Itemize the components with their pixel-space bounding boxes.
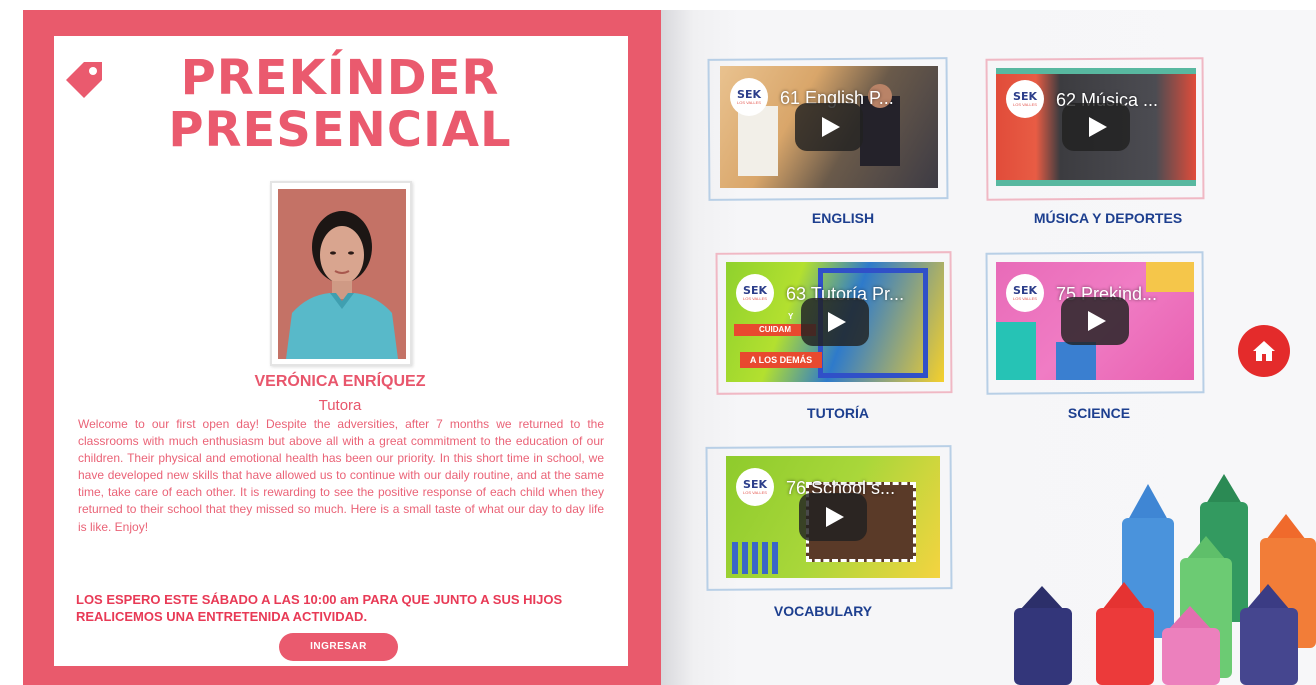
welcome-text: Welcome to our first open day! Despite t… [78,417,604,534]
teacher-photo-frame [270,181,412,366]
video-label-musica[interactable]: MÚSICA Y DEPORTES [978,210,1238,226]
video-thumbnail-english[interactable]: SEK LOS VALLES 61 English P... [720,66,938,188]
home-icon [1253,341,1275,361]
sek-logo: SEK LOS VALLES [1006,274,1044,312]
video-card-tutoria: CUIDAM Y A LOS DEMÁS SEK LOS VALLES 63 Tu… [715,251,953,395]
overlay-text-3: A LOS DEMÁS [740,352,822,368]
video-thumbnail-musica[interactable]: SEK LOS VALLES 62 Música ... [996,68,1196,186]
title-line-2: PRESENCIAL [168,102,512,158]
play-icon[interactable] [799,493,867,541]
video-card-english: SEK LOS VALLES 61 English P... [707,57,949,201]
video-thumbnail-vocabulary[interactable]: SEK LOS VALLES 76 School s... [726,456,940,578]
invitation-text: LOS ESPERO ESTE SÁBADO A LAS 10:00 am PA… [76,592,563,624]
home-button[interactable] [1238,325,1290,377]
video-label-vocabulary[interactable]: VOCABULARY [693,603,953,619]
sek-logo: SEK LOS VALLES [1006,80,1044,118]
teacher-role: Tutora [318,397,362,414]
sek-logo: SEK LOS VALLES [730,78,768,116]
title-line-1: PREKÍNDER [180,50,500,106]
sek-logo: SEK LOS VALLES [736,468,774,506]
video-thumbnail-science[interactable]: SEK LOS VALLES 75 Prekind... [996,262,1194,380]
sek-logo: SEK LOS VALLES [736,274,774,312]
video-card-vocabulary: SEK LOS VALLES 76 School s... [705,445,953,591]
video-label-science[interactable]: SCIENCE [969,405,1229,421]
video-label-english[interactable]: ENGLISH [713,210,973,226]
page: PREKÍNDER PRESENCIAL VERÓNICA ENRÍQUEZ T… [0,0,1316,685]
tag-icon [66,62,102,98]
crayons-illustration [1014,474,1316,685]
video-card-musica: SEK LOS VALLES 62 Música ... [985,57,1205,201]
play-icon[interactable] [795,103,863,151]
teacher-photo [278,189,406,359]
video-card-science: SEK LOS VALLES 75 Prekind... [985,251,1205,395]
page-title: PREKÍNDER PRESENCIAL [140,52,540,156]
play-icon[interactable] [801,298,869,346]
video-label-tutoria[interactable]: TUTORÍA [708,405,968,421]
play-icon[interactable] [1061,297,1129,345]
teacher-name: VERÓNICA ENRÍQUEZ [254,373,426,390]
video-thumbnail-tutoria[interactable]: CUIDAM Y A LOS DEMÁS SEK LOS VALLES 63 Tu… [726,262,944,382]
enter-button[interactable]: INGRESAR [279,633,398,661]
play-icon[interactable] [1062,103,1130,151]
